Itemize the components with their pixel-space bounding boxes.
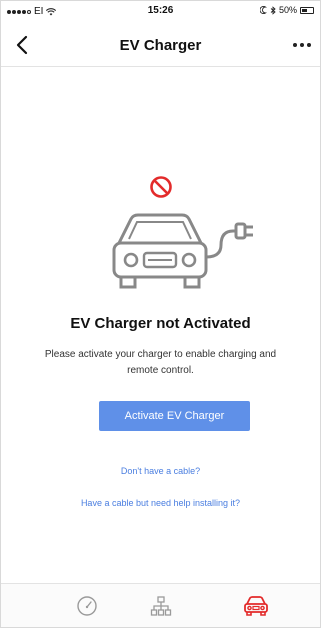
nav-bar: EV Charger: [1, 23, 320, 67]
moon-icon: [259, 6, 267, 14]
status-description: Please activate your charger to enable c…: [44, 349, 277, 376]
tab-dashboard[interactable]: [72, 592, 102, 620]
battery-percent: 50%: [278, 5, 297, 15]
tab-bar: [1, 583, 320, 627]
page-title: EV Charger: [119, 37, 202, 54]
bluetooth-icon: [270, 5, 276, 15]
more-dot: [307, 43, 311, 47]
illustration: [1, 171, 320, 291]
status-bar: EI 15:26 50%: [1, 1, 320, 21]
no-cable-link[interactable]: Don't have a cable?: [1, 466, 320, 476]
battery-icon: [300, 6, 314, 14]
car-charging-icon: [112, 213, 253, 289]
back-button[interactable]: [11, 33, 35, 57]
phone-screen: EI 15:26 50% EV Charger EV Charger not A…: [0, 0, 321, 628]
status-right: 50%: [259, 5, 314, 15]
blocked-icon: [150, 176, 172, 198]
more-dot: [293, 43, 297, 47]
more-options-button[interactable]: [288, 33, 316, 57]
more-dot: [300, 43, 304, 47]
network-icon: [150, 596, 172, 616]
tab-car[interactable]: [241, 592, 271, 620]
tab-network[interactable]: [146, 592, 176, 620]
status-heading: EV Charger not Activated: [70, 315, 251, 332]
speedometer-icon: [77, 596, 97, 616]
chevron-left-icon: [16, 35, 28, 55]
installation-help-link[interactable]: Have a cable but need help installing it…: [1, 498, 320, 508]
car-icon: [244, 596, 268, 616]
activate-charger-button[interactable]: Activate EV Charger: [99, 401, 250, 431]
